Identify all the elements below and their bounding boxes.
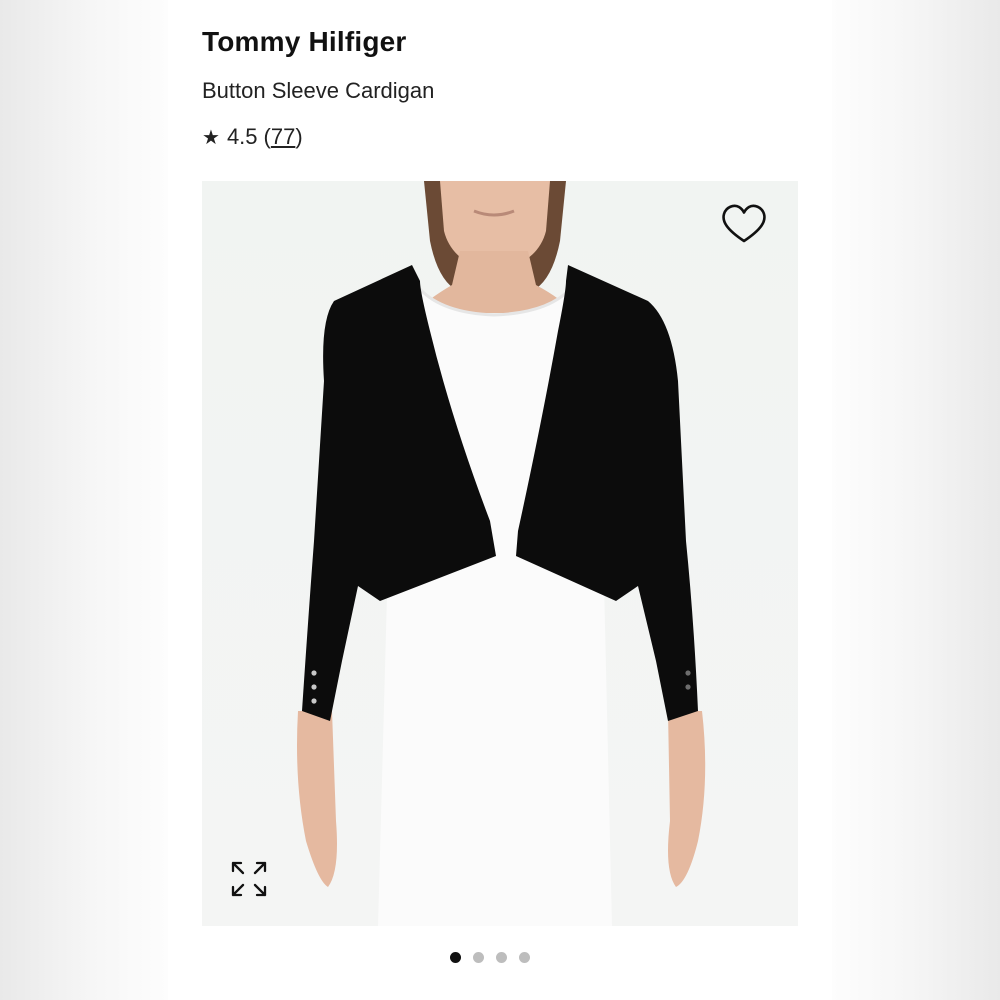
- carousel-dots: [450, 952, 530, 963]
- expand-image-button[interactable]: [227, 857, 271, 901]
- brand-name[interactable]: Tommy Hilfiger: [202, 26, 407, 58]
- carousel-dot-4[interactable]: [519, 952, 530, 963]
- expand-arrows-icon: [231, 861, 267, 897]
- rating-open-paren: (: [263, 124, 271, 149]
- product-title: Button Sleeve Cardigan: [202, 78, 435, 103]
- add-to-wishlist-button[interactable]: [718, 199, 770, 249]
- product-image[interactable]: [202, 181, 798, 926]
- star-icon: ★: [202, 126, 220, 149]
- carousel-dot-1[interactable]: [450, 952, 461, 963]
- rating-close-paren: ): [295, 124, 303, 149]
- rating-row: ★ 4.5 ( 77 ): [202, 124, 303, 150]
- review-count-link[interactable]: 77: [271, 124, 295, 150]
- heart-outline-icon: [722, 204, 766, 243]
- rating-value: 4.5: [226, 124, 258, 149]
- carousel-dot-3[interactable]: [496, 952, 507, 963]
- model-photo: [297, 181, 706, 926]
- carousel-dot-2[interactable]: [473, 952, 484, 963]
